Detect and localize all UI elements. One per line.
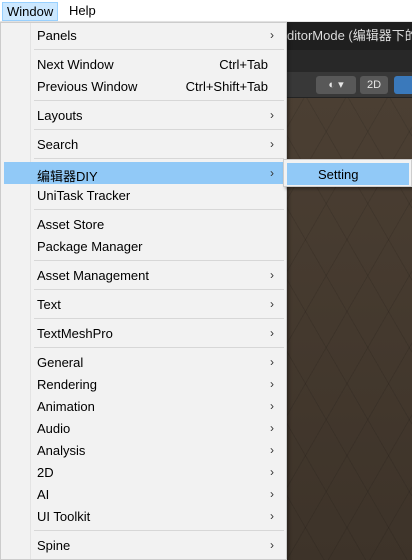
menu-separator bbox=[34, 49, 284, 50]
menu-item-label: General bbox=[37, 355, 84, 370]
window-title-fragment: ditorMode (编辑器下的 bbox=[282, 22, 412, 50]
menu-item-editor-diy[interactable]: 编辑器DIY › bbox=[4, 162, 284, 184]
menu-item-ai[interactable]: AI › bbox=[4, 483, 284, 505]
submenu-arrow-icon: › bbox=[270, 421, 274, 435]
menu-item-label: Animation bbox=[37, 399, 95, 414]
submenu-arrow-icon: › bbox=[270, 28, 274, 42]
editor-tab-band bbox=[282, 50, 412, 72]
menu-item-label: UI Toolkit bbox=[37, 509, 91, 524]
menu-item-label: Search bbox=[37, 137, 79, 152]
menu-item-label: Panels bbox=[37, 28, 77, 43]
menu-item-text[interactable]: Text › bbox=[4, 293, 284, 315]
menu-separator bbox=[34, 129, 284, 130]
menu-item-textmeshpro[interactable]: TextMeshPro › bbox=[4, 322, 284, 344]
submenu-arrow-icon: › bbox=[270, 108, 274, 122]
submenu-arrow-icon: › bbox=[270, 268, 274, 282]
menu-item-shortcut: Ctrl+Tab bbox=[219, 57, 268, 72]
menu-item-spine[interactable]: Spine › bbox=[4, 534, 284, 556]
submenu-arrow-icon: › bbox=[270, 538, 274, 552]
menu-separator bbox=[34, 347, 284, 348]
menubar-help[interactable]: Help bbox=[65, 2, 100, 21]
menu-item-rendering[interactable]: Rendering › bbox=[4, 373, 284, 395]
menu-item-analysis[interactable]: Analysis › bbox=[4, 439, 284, 461]
submenu-arrow-icon: › bbox=[270, 377, 274, 391]
menu-item-label: Layouts bbox=[37, 108, 83, 123]
submenu-arrow-icon: › bbox=[270, 326, 274, 340]
menu-item-animation[interactable]: Animation › bbox=[4, 395, 284, 417]
menu-item-2d[interactable]: 2D › bbox=[4, 461, 284, 483]
submenu-arrow-icon: › bbox=[270, 443, 274, 457]
toggle-2d-button[interactable]: 2D bbox=[360, 76, 388, 94]
menu-item-unitask-tracker[interactable]: UniTask Tracker bbox=[4, 184, 284, 206]
scene-tool-button[interactable] bbox=[394, 76, 412, 94]
menu-item-label: Text bbox=[37, 297, 61, 312]
menu-item-layouts[interactable]: Layouts › bbox=[4, 104, 284, 126]
editor-diy-submenu: Setting bbox=[283, 159, 412, 187]
menu-item-label: Previous Window bbox=[37, 79, 138, 94]
menu-item-label: Asset Store bbox=[37, 217, 105, 232]
menu-separator bbox=[34, 530, 284, 531]
menu-separator bbox=[34, 318, 284, 319]
menu-separator bbox=[34, 100, 284, 101]
menu-separator bbox=[34, 158, 284, 159]
shading-sphere-icon: ◐ ▾ bbox=[328, 79, 344, 91]
menu-item-label: Analysis bbox=[37, 443, 86, 458]
shading-mode-button[interactable]: ◐ ▾ bbox=[316, 76, 356, 94]
menu-item-next-window[interactable]: Next Window Ctrl+Tab bbox=[4, 53, 284, 75]
submenu-arrow-icon: › bbox=[270, 399, 274, 413]
menu-item-label: 编辑器DIY bbox=[37, 169, 98, 184]
scene-toolbar: ◐ ▾ 2D bbox=[282, 72, 412, 98]
menu-item-package-manager[interactable]: Package Manager bbox=[4, 235, 284, 257]
menu-separator bbox=[34, 260, 284, 261]
menu-item-label: AI bbox=[37, 487, 50, 502]
submenu-arrow-icon: › bbox=[270, 297, 274, 311]
menu-item-label: UniTask Tracker bbox=[37, 188, 131, 203]
menu-item-label: TextMeshPro bbox=[37, 326, 113, 341]
submenu-arrow-icon: › bbox=[270, 355, 274, 369]
submenu-item-setting[interactable]: Setting bbox=[287, 163, 409, 185]
menu-item-ui-toolkit[interactable]: UI Toolkit › bbox=[4, 505, 284, 527]
menu-item-label: Package Manager bbox=[37, 239, 143, 254]
menu-item-general[interactable]: General › bbox=[4, 351, 284, 373]
submenu-arrow-icon: › bbox=[270, 487, 274, 501]
menu-item-asset-management[interactable]: Asset Management › bbox=[4, 264, 284, 286]
menu-item-previous-window[interactable]: Previous Window Ctrl+Shift+Tab bbox=[4, 75, 284, 97]
menubar: Window Help bbox=[0, 0, 412, 22]
menubar-window[interactable]: Window bbox=[2, 2, 59, 21]
submenu-arrow-icon: › bbox=[270, 509, 274, 523]
menu-item-asset-store[interactable]: Asset Store bbox=[4, 213, 284, 235]
menu-item-search[interactable]: Search › bbox=[4, 133, 284, 155]
submenu-arrow-icon: › bbox=[270, 166, 274, 180]
menu-item-shortcut: Ctrl+Shift+Tab bbox=[185, 79, 268, 94]
menu-separator bbox=[34, 289, 284, 290]
menu-item-label: Spine bbox=[37, 538, 71, 553]
menu-item-label: 2D bbox=[37, 465, 54, 480]
menu-item-label: Audio bbox=[37, 421, 71, 436]
menu-item-audio[interactable]: Audio › bbox=[4, 417, 284, 439]
window-menu: Panels › Next Window Ctrl+Tab Previous W… bbox=[0, 22, 287, 560]
submenu-arrow-icon: › bbox=[270, 137, 274, 151]
menu-item-panels[interactable]: Panels › bbox=[4, 24, 284, 46]
submenu-arrow-icon: › bbox=[270, 465, 274, 479]
menu-item-label: Setting bbox=[318, 167, 359, 182]
menu-item-label: Rendering bbox=[37, 377, 97, 392]
menu-item-label: Next Window bbox=[37, 57, 114, 72]
menu-item-label: Asset Management bbox=[37, 268, 150, 283]
menu-separator bbox=[34, 209, 284, 210]
